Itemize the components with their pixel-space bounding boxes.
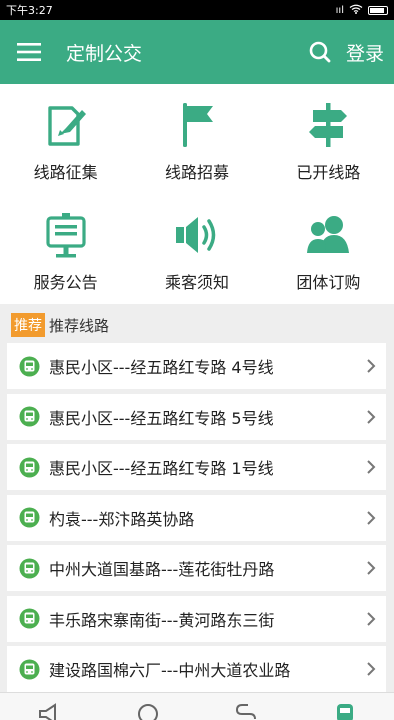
route-name: 惠民小区---经五路红专路 1号线: [49, 459, 274, 478]
grid-item-passenger-notice[interactable]: 乘客须知: [131, 194, 262, 304]
page-title: 定制公交: [66, 42, 143, 65]
chevron-right-icon: [356, 394, 386, 440]
edit-document-icon: [41, 100, 91, 150]
notice-board-icon: [41, 210, 91, 260]
flag-icon: [172, 100, 222, 150]
status-icons: ııl: [336, 4, 388, 17]
search-button[interactable]: [298, 20, 342, 84]
signal-icon: ııl: [335, 4, 344, 16]
group-users-icon: [303, 210, 353, 260]
route-name: 丰乐路宋寨南街---黄河路东三街: [49, 610, 275, 630]
hamburger-icon: [17, 43, 41, 61]
route-name: 杓袁---郑汴路英协路: [49, 509, 195, 529]
search-circle-icon: [137, 704, 158, 720]
grid-label: 乘客须知: [164, 273, 229, 292]
route-icon: [236, 704, 257, 720]
bus-icon: [336, 704, 353, 720]
route-name: 中州大道国基路---莲花街牡丹路: [49, 560, 275, 579]
bottom-nav: [0, 692, 394, 720]
route-item[interactable]: 惠民小区---经五路红专路 5号线: [7, 393, 386, 440]
route-name: 惠民小区---经五路红专路 5号线: [49, 408, 274, 428]
grid-item-open-routes[interactable]: 已开线路: [263, 84, 394, 194]
grid-item-service-notice[interactable]: 服务公告: [0, 194, 131, 304]
chevron-right-icon: [356, 444, 386, 490]
nav-item-route[interactable]: [197, 693, 296, 720]
route-name: 惠民小区---经五路红专路 4号线: [49, 358, 274, 377]
route-name: 建设路国棉六厂---中州大道农业路: [49, 661, 291, 680]
battery-icon: [368, 5, 388, 15]
function-grid: 线路征集 线路招募 已开线路 服务公告 乘客须知 团体订购: [0, 84, 394, 304]
bus-icon: [19, 558, 40, 578]
grid-label: 线路招募: [164, 163, 229, 182]
grid-item-route-collection[interactable]: 线路征集: [0, 84, 131, 194]
bus-icon: [19, 457, 40, 477]
nav-item-announce[interactable]: [0, 693, 99, 720]
app-bar: 定制公交 登录: [0, 20, 394, 84]
bus-icon: [19, 608, 40, 629]
bus-icon: [19, 659, 40, 679]
nav-item-search[interactable]: [99, 693, 198, 720]
chevron-right-icon: [356, 495, 386, 541]
nav-item-bus[interactable]: [296, 693, 394, 720]
route-item[interactable]: 建设路国棉六厂---中州大道农业路: [7, 646, 386, 692]
route-item[interactable]: 丰乐路宋寨南街---黄河路东三街: [7, 595, 386, 642]
megaphone-icon: [39, 703, 57, 720]
chevron-right-icon: [356, 545, 386, 591]
route-item[interactable]: 惠民小区---经五路红专路 4号线: [7, 343, 386, 389]
grid-label: 团体订购: [296, 273, 361, 292]
chevron-right-icon: [356, 646, 386, 692]
grid-label: 服务公告: [33, 273, 98, 292]
section-title: 推荐线路: [49, 316, 110, 335]
bus-icon: [19, 356, 40, 376]
wifi-icon: [349, 4, 363, 17]
status-time: 下午3:27: [6, 4, 53, 17]
chevron-right-icon: [356, 343, 386, 389]
bus-icon: [19, 507, 40, 528]
recommend-badge: 推荐: [11, 313, 45, 337]
menu-button[interactable]: [0, 20, 58, 84]
status-bar: 下午3:27 ııl: [0, 0, 394, 20]
route-item[interactable]: 中州大道国基路---莲花街牡丹路: [7, 545, 386, 591]
route-list: 惠民小区---经五路红专路 4号线 惠民小区---经五路红专路 5号线 惠民小区--…: [7, 343, 386, 697]
grid-item-group-order[interactable]: 团体订购: [263, 194, 394, 304]
grid-label: 已开线路: [296, 163, 361, 182]
section-header: 推荐 推荐线路: [0, 311, 394, 339]
bus-icon: [19, 406, 40, 427]
grid-label: 线路征集: [33, 163, 98, 182]
speaker-icon: [172, 210, 222, 260]
route-item[interactable]: 杓袁---郑汴路英协路: [7, 494, 386, 541]
grid-item-route-recruit[interactable]: 线路招募: [131, 84, 262, 194]
chevron-right-icon: [356, 596, 386, 642]
signpost-icon: [303, 100, 353, 150]
login-button[interactable]: 登录: [342, 39, 394, 66]
search-icon: [309, 41, 331, 63]
route-item[interactable]: 惠民小区---经五路红专路 1号线: [7, 444, 386, 490]
